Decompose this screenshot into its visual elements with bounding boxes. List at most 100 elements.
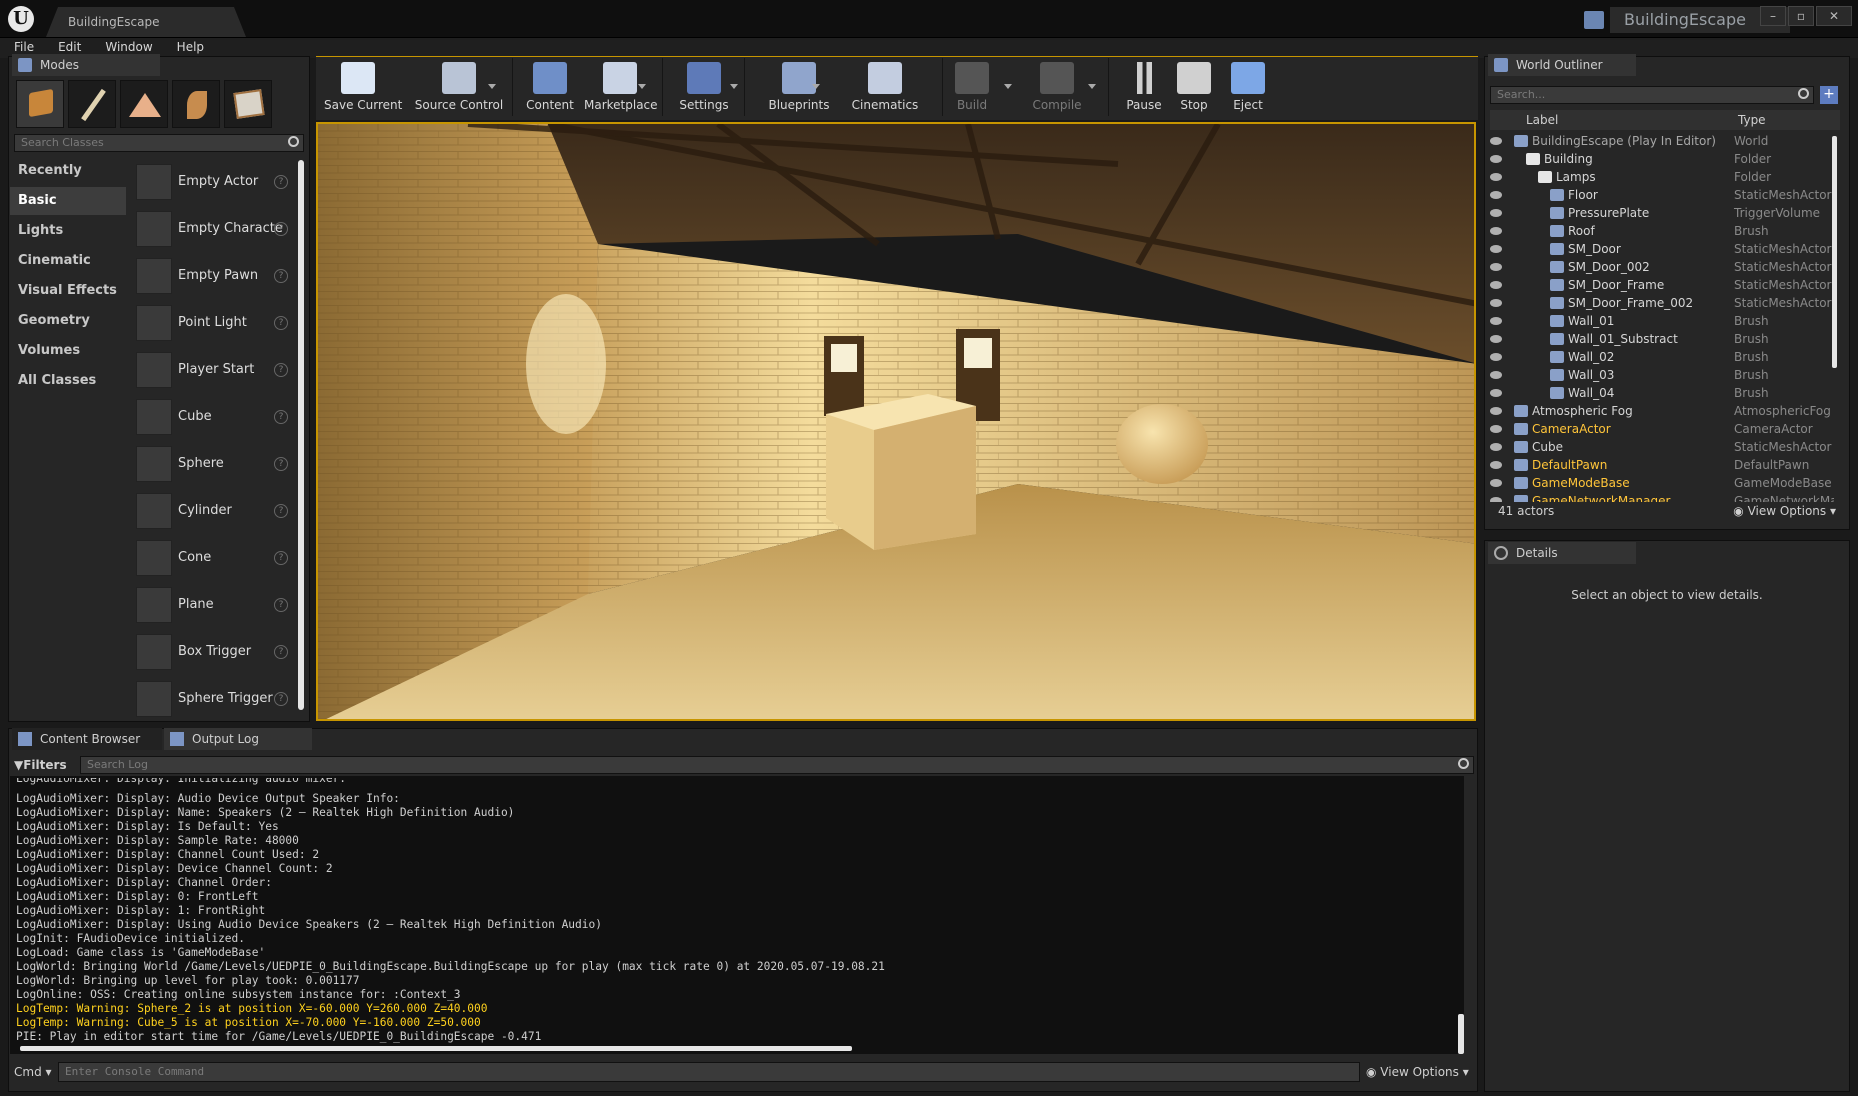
help-icon[interactable]: ? <box>274 316 288 330</box>
menu-edit[interactable]: Edit <box>44 38 91 54</box>
tab-details[interactable]: Details <box>1488 542 1636 564</box>
place-icon[interactable] <box>16 80 64 128</box>
eye-icon[interactable] <box>1490 425 1502 433</box>
eye-icon[interactable] <box>1490 443 1502 451</box>
outliner-row[interactable]: GameModeBase GameModeBase <box>1484 474 1834 492</box>
eye-icon[interactable] <box>1490 209 1502 217</box>
outliner-search-input[interactable]: Search... <box>1490 86 1814 104</box>
settings-button[interactable]: Settings <box>676 58 732 118</box>
place-item-empty-pawn[interactable]: Empty Pawn? <box>132 254 292 298</box>
outliner-row[interactable]: Wall_01_Substract Brush <box>1484 330 1834 348</box>
category-geometry[interactable]: Geometry <box>10 307 126 335</box>
landscape-icon[interactable] <box>120 80 168 128</box>
place-item-empty-characte[interactable]: Empty Characte? <box>132 207 292 251</box>
filters-button[interactable]: ▼Filters ▾ <box>14 756 74 790</box>
column-label[interactable]: Label <box>1526 110 1558 130</box>
help-icon[interactable]: ? <box>274 222 288 236</box>
save-current-button[interactable]: Save Current <box>324 58 402 118</box>
place-item-cylinder[interactable]: Cylinder? <box>132 489 292 533</box>
foliage-icon[interactable] <box>172 80 220 128</box>
tab-output-log[interactable]: Output Log <box>164 728 312 750</box>
help-icon[interactable]: ? <box>274 551 288 565</box>
help-icon[interactable]: ? <box>274 410 288 424</box>
cube-actor[interactable] <box>826 394 976 550</box>
eye-icon[interactable] <box>1490 335 1502 343</box>
search-log-input[interactable]: Search Log <box>80 756 1474 774</box>
menu-window[interactable]: Window <box>91 38 162 54</box>
outliner-row[interactable]: PressurePlate TriggerVolume <box>1484 204 1834 222</box>
category-volumes[interactable]: Volumes <box>10 337 126 365</box>
outliner-row[interactable]: BuildingEscape (Play In Editor) World <box>1484 132 1834 150</box>
place-item-sphere[interactable]: Sphere? <box>132 442 292 486</box>
place-item-cone[interactable]: Cone? <box>132 536 292 580</box>
eye-icon[interactable] <box>1490 173 1502 181</box>
outliner-row[interactable]: Wall_01 Brush <box>1484 312 1834 330</box>
category-visual-effects[interactable]: Visual Effects <box>10 277 126 305</box>
outliner-row[interactable]: Wall_02 Brush <box>1484 348 1834 366</box>
outliner-row[interactable]: Building Folder <box>1484 150 1834 168</box>
stop-button[interactable]: Stop <box>1176 58 1212 118</box>
chevron-down-icon[interactable] <box>488 84 496 89</box>
source-control-button[interactable]: Source Control <box>404 58 514 118</box>
eye-icon[interactable] <box>1490 227 1502 235</box>
outliner-scrollbar[interactable] <box>1832 136 1837 368</box>
unreal-logo-icon[interactable]: U <box>8 6 34 32</box>
outliner-row[interactable]: SM_Door_Frame_002 StaticMeshActor <box>1484 294 1834 312</box>
eye-icon[interactable] <box>1490 317 1502 325</box>
place-item-plane[interactable]: Plane? <box>132 583 292 627</box>
close-window-button[interactable]: ✕ <box>1816 6 1852 26</box>
paint-icon[interactable] <box>68 80 116 128</box>
help-icon[interactable]: ? <box>274 504 288 518</box>
log-horizontal-scrollbar[interactable] <box>20 1046 852 1051</box>
place-item-player-start[interactable]: Player Start? <box>132 348 292 392</box>
place-item-sphere-trigger[interactable]: Sphere Trigger? <box>132 677 292 721</box>
category-lights[interactable]: Lights <box>10 217 126 245</box>
help-icon[interactable]: ? <box>274 363 288 377</box>
document-tab[interactable]: BuildingEscape <box>46 7 246 37</box>
help-icon[interactable]: ? <box>274 457 288 471</box>
modes-scrollbar[interactable] <box>298 160 304 710</box>
cinematics-button[interactable]: Cinematics <box>846 58 924 118</box>
log-vertical-scrollbar[interactable] <box>1458 1014 1464 1054</box>
eye-icon[interactable] <box>1490 371 1502 379</box>
help-icon[interactable]: ? <box>274 175 288 189</box>
search-classes-input[interactable]: Search Classes <box>14 134 304 152</box>
chevron-down-icon[interactable] <box>638 84 646 89</box>
help-icon[interactable]: ? <box>274 598 288 612</box>
help-icon[interactable]: ? <box>274 692 288 706</box>
chevron-down-icon[interactable] <box>812 84 820 89</box>
eye-icon[interactable] <box>1490 245 1502 253</box>
outliner-row[interactable]: Cube StaticMeshActor <box>1484 438 1834 456</box>
eye-icon[interactable] <box>1490 191 1502 199</box>
eye-icon[interactable] <box>1490 155 1502 163</box>
column-type[interactable]: Type <box>1738 110 1766 130</box>
minimize-button[interactable]: – <box>1760 6 1786 26</box>
eye-icon[interactable] <box>1490 137 1502 145</box>
pause-button[interactable]: Pause <box>1124 58 1164 118</box>
outliner-row[interactable]: Atmospheric Fog AtmosphericFog <box>1484 402 1834 420</box>
outliner-view-options[interactable]: ◉ View Options ▾ <box>1733 500 1836 522</box>
maximize-button[interactable]: ▫ <box>1788 6 1814 26</box>
add-folder-icon[interactable]: + <box>1820 86 1838 104</box>
help-icon[interactable]: ? <box>274 645 288 659</box>
eye-icon[interactable] <box>1490 389 1502 397</box>
outliner-row[interactable]: SM_Door_002 StaticMeshActor <box>1484 258 1834 276</box>
level-viewport[interactable] <box>316 122 1476 721</box>
outliner-row[interactable]: Wall_04 Brush <box>1484 384 1834 402</box>
tab-content-browser[interactable]: Content Browser <box>12 728 162 750</box>
outliner-row[interactable]: SM_Door StaticMeshActor <box>1484 240 1834 258</box>
console-command-input[interactable]: Enter Console Command <box>58 1062 1360 1082</box>
place-item-box-trigger[interactable]: Box Trigger? <box>132 630 292 674</box>
category-cinematic[interactable]: Cinematic <box>10 247 126 275</box>
chevron-down-icon[interactable] <box>1088 84 1096 89</box>
category-basic[interactable]: Basic <box>10 187 126 215</box>
build-button[interactable]: Build <box>948 58 996 118</box>
outliner-row[interactable]: Lamps Folder <box>1484 168 1834 186</box>
help-icon[interactable]: ? <box>274 269 288 283</box>
menu-help[interactable]: Help <box>163 38 214 54</box>
eye-icon[interactable] <box>1490 407 1502 415</box>
chevron-down-icon[interactable] <box>730 84 738 89</box>
cmd-dropdown[interactable]: Cmd ▾ <box>14 1062 54 1082</box>
outliner-row[interactable]: SM_Door_Frame StaticMeshActor <box>1484 276 1834 294</box>
outliner-row[interactable]: Wall_03 Brush <box>1484 366 1834 384</box>
